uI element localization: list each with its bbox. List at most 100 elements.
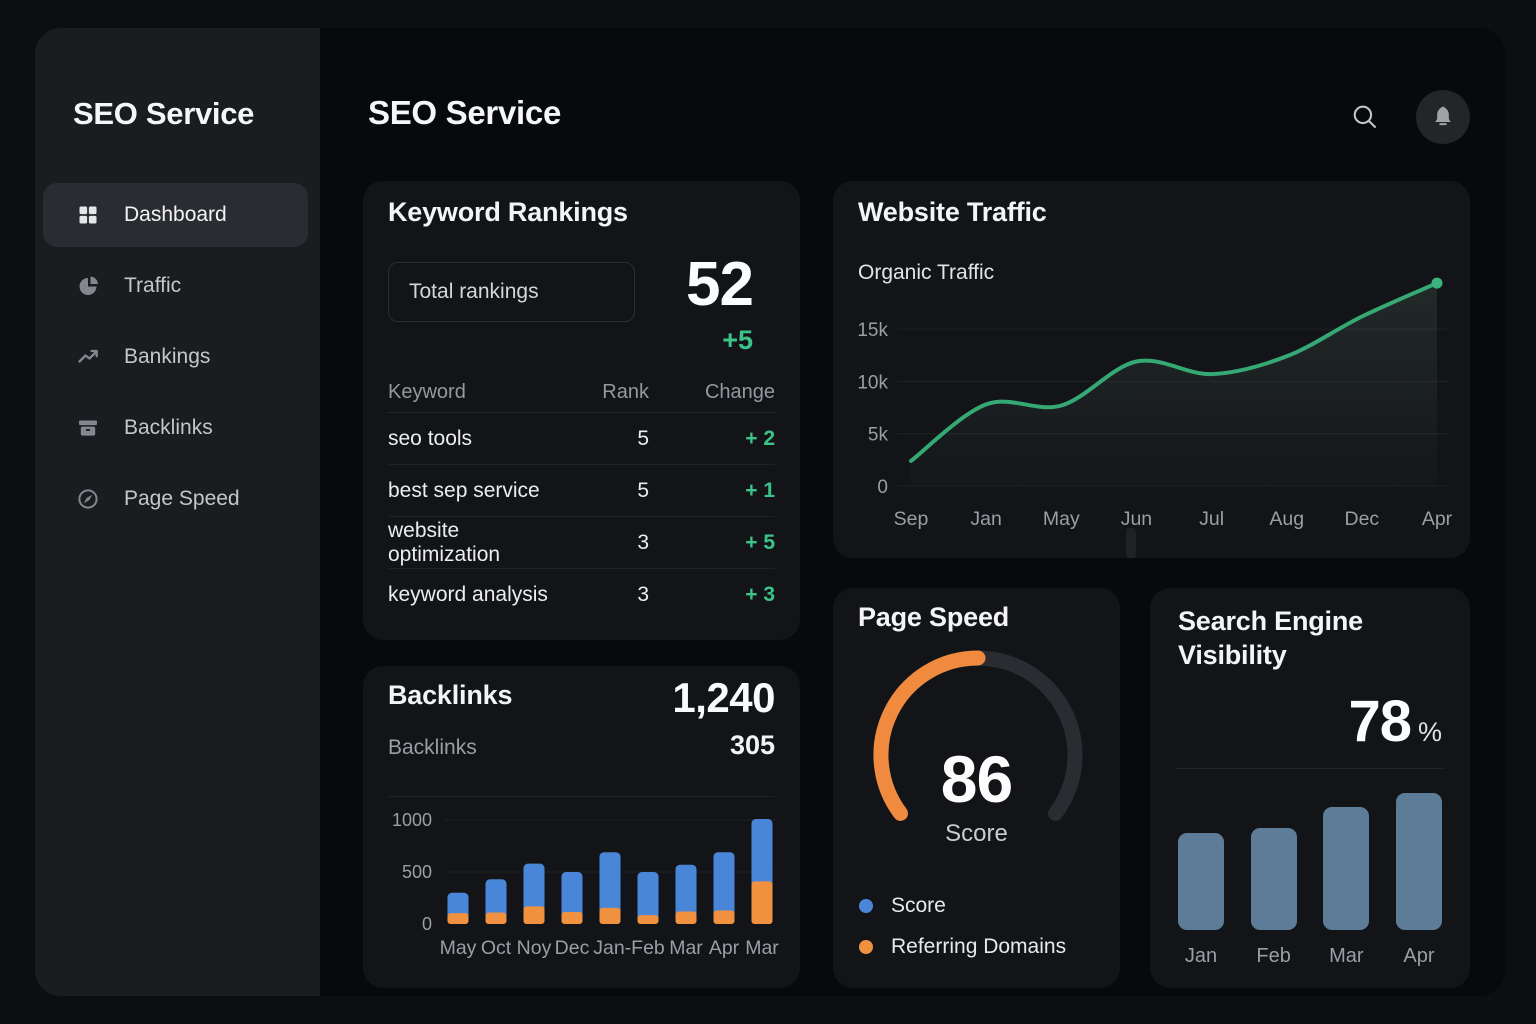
- gauge-score-value: 86: [833, 741, 1120, 817]
- table-header-row: Keyword Rank Change: [388, 373, 775, 413]
- table-row: seo tools5+ 2: [388, 413, 775, 465]
- search-engine-visibility-card: Search Engine Visibility 78 % JanFebMarA…: [1150, 588, 1470, 988]
- backlinks-stacked-bar-chart: 10005000MayOctNoyDecJan-FebMarAprMar: [363, 666, 800, 988]
- visibility-value-wrap: 78 %: [1348, 688, 1442, 755]
- backlinks-card: Backlinks 1,240 Backlinks 305 10005000Ma…: [363, 666, 800, 988]
- sidebar-item-label: Bankings: [124, 345, 210, 369]
- y-axis-tick: 0: [877, 477, 888, 498]
- y-axis-tick: 5k: [868, 425, 889, 446]
- cell-keyword: seo tools: [388, 427, 565, 451]
- sidebar-item-label: Backlinks: [124, 416, 213, 440]
- y-axis-tick: 15k: [857, 320, 888, 341]
- gauge-score-label: Score: [833, 820, 1120, 848]
- x-axis-tick: Mar: [669, 937, 703, 959]
- total-rankings-box: Total rankings: [388, 262, 635, 322]
- sidebar-item-backlinks[interactable]: Backlinks: [43, 396, 308, 460]
- legend-dot-blue: [859, 899, 873, 913]
- search-button[interactable]: [1341, 93, 1389, 141]
- x-axis-tick: Aug: [1269, 508, 1304, 530]
- organic-traffic-line-chart: 15k10k5k0SepJanMayJunJulAugDecApr: [833, 181, 1470, 558]
- visibility-bar-chart: [1178, 770, 1442, 930]
- bar-segment-orange: [524, 906, 545, 924]
- visibility-bar-jan: [1178, 833, 1224, 930]
- app-window: SEO Service Dashboard Traffic Bankings Back…: [35, 28, 1505, 996]
- column-header-keyword: Keyword: [388, 381, 565, 404]
- sidebar-item-label: Page Speed: [124, 487, 240, 511]
- table-body: seo tools5+ 2best sep service5+ 1website…: [388, 413, 775, 621]
- cell-change: + 1: [655, 479, 775, 503]
- keyword-rankings-card: Keyword Rankings Total rankings 52 +5 Ke…: [363, 181, 800, 640]
- x-axis-tick: Jan: [970, 508, 1001, 530]
- table-row: website optimization3+ 5: [388, 517, 775, 569]
- cell-change: + 2: [655, 427, 775, 451]
- compass-icon: [76, 487, 100, 511]
- x-axis-tick: May: [440, 937, 477, 959]
- bar-segment-orange: [714, 910, 735, 924]
- main-area: SEO Service Keyword Rankings Total ranki…: [320, 28, 1505, 996]
- x-axis-tick: Oct: [481, 937, 512, 959]
- bar-segment-orange: [600, 908, 621, 924]
- cell-keyword: website optimization: [388, 519, 565, 567]
- cell-rank: 5: [565, 479, 655, 503]
- x-axis-tick: Dec: [1345, 508, 1380, 530]
- x-axis-tick: Apr: [709, 937, 740, 959]
- rankings-table: Keyword Rank Change seo tools5+ 2best se…: [388, 373, 775, 621]
- legend-item-referring-domains: Referring Domains: [859, 934, 1066, 960]
- website-traffic-card: Website Traffic Organic Traffic 15k10k5k…: [833, 181, 1470, 558]
- table-row: best sep service5+ 1: [388, 465, 775, 517]
- visibility-bar-mar: [1323, 807, 1369, 930]
- sidebar-item-label: Traffic: [124, 274, 181, 298]
- x-axis-tick: May: [1043, 508, 1080, 530]
- notifications-button[interactable]: [1416, 90, 1470, 144]
- x-axis-tick: Jun: [1121, 508, 1152, 530]
- x-axis-tick: Apr: [1422, 508, 1453, 530]
- visibility-bar-feb: [1251, 828, 1297, 930]
- x-axis-tick: Sep: [894, 508, 929, 530]
- bar-segment-orange: [752, 881, 773, 924]
- seo-dashboard: SEO Service Dashboard Traffic Bankings Back…: [0, 0, 1536, 1024]
- cell-keyword: keyword analysis: [388, 583, 565, 607]
- legend-dot-orange: [859, 940, 873, 954]
- cell-change: + 5: [655, 531, 775, 555]
- legend-label: Referring Domains: [891, 935, 1066, 959]
- bar-segment-orange: [486, 913, 507, 924]
- total-rankings-label: Total rankings: [409, 280, 539, 304]
- sidebar-item-page-speed[interactable]: Page Speed: [43, 467, 308, 531]
- cell-rank: 5: [565, 427, 655, 451]
- sidebar-item-label: Dashboard: [124, 203, 227, 227]
- column-header-rank: Rank: [565, 381, 655, 404]
- x-axis-tick: Dec: [555, 937, 590, 959]
- grid-icon: [76, 203, 100, 227]
- sidebar-item-dashboard[interactable]: Dashboard: [43, 183, 308, 247]
- legend-item-score: Score: [859, 893, 946, 919]
- search-icon: [1351, 103, 1379, 131]
- cell-keyword: best sep service: [388, 479, 565, 503]
- pie-icon: [76, 274, 100, 298]
- table-row: keyword analysis3+ 3: [388, 569, 775, 621]
- page-speed-card: Page Speed 86 Score Score Referring Doma…: [833, 588, 1120, 988]
- column-header-change: Change: [655, 381, 775, 404]
- sidebar-item-traffic[interactable]: Traffic: [43, 254, 308, 318]
- bar-segment-orange: [638, 915, 659, 924]
- total-rankings-value: 52: [686, 249, 753, 320]
- divider: [1175, 768, 1445, 769]
- total-rankings-change: +5: [722, 325, 753, 356]
- sidebar: SEO Service DashboardTrafficBankingsBack…: [35, 28, 320, 996]
- visibility-bar-apr: [1396, 793, 1442, 930]
- legend-label: Score: [891, 894, 946, 918]
- cell-change: + 3: [655, 583, 775, 607]
- bar-segment-orange: [676, 912, 697, 924]
- x-axis-tick: Jan-Feb: [593, 937, 665, 959]
- bar-segment-orange: [448, 913, 469, 924]
- visibility-bar-labels: JanFebMarApr: [1178, 945, 1442, 968]
- sidebar-item-bankings[interactable]: Bankings: [43, 325, 308, 389]
- bell-icon: [1430, 104, 1456, 130]
- y-axis-tick: 0: [422, 914, 432, 934]
- x-axis-tick: Feb: [1251, 945, 1297, 968]
- visibility-unit: %: [1418, 717, 1442, 748]
- x-axis-tick: Jan: [1178, 945, 1224, 968]
- line-end-dot: [1432, 278, 1443, 289]
- page-title: SEO Service: [368, 94, 561, 132]
- bar-segment-orange: [562, 912, 583, 924]
- y-axis-tick: 1000: [392, 810, 432, 830]
